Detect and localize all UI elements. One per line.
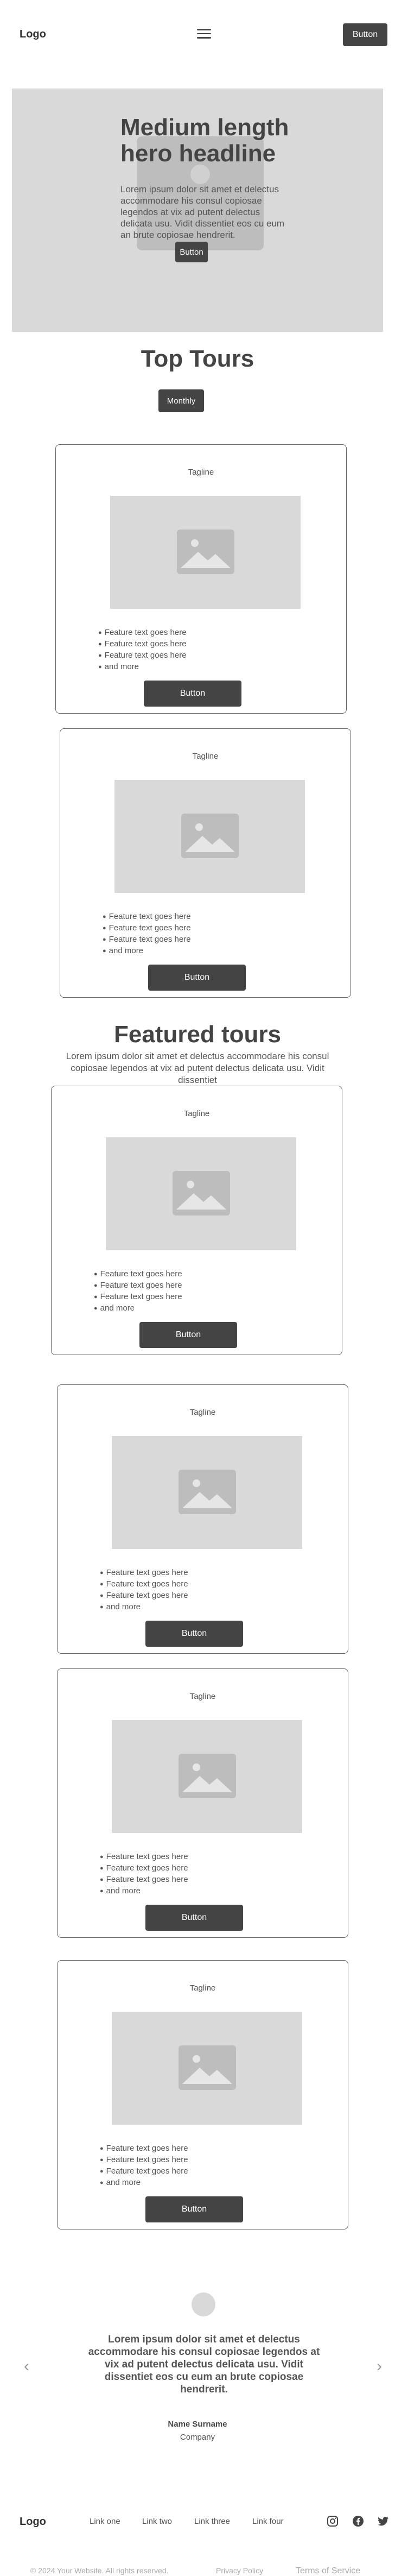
copyright-text: © 2024 Your Website. All rights reserved… [30,2566,169,2575]
card-button[interactable]: Button [145,1905,243,1931]
list-item: Feature text goes here [100,2155,188,2166]
facebook-icon[interactable] [352,2515,365,2528]
list-item: Feature text goes here [94,1292,182,1303]
card-button[interactable]: Button [148,965,246,991]
feature-list: Feature text goes hereFeature text goes … [103,911,191,957]
feature-list: Feature text goes hereFeature text goes … [100,1851,188,1897]
footer-link-three[interactable]: Link three [194,2517,230,2526]
card-image-placeholder [106,1137,296,1250]
testimonial-quote: Lorem ipsum dolor sit amet et delectus a… [88,2334,320,2395]
feature-list: Feature text goes hereFeature text goes … [100,1567,188,1613]
list-item: Feature text goes here [103,911,191,923]
list-item: Feature text goes here [94,1269,182,1280]
feature-list: Feature text goes hereFeature text goes … [100,2143,188,2189]
monthly-toggle-button[interactable]: Monthly [158,389,204,412]
twitter-icon[interactable] [377,2515,390,2528]
card-tagline: Tagline [188,468,214,477]
list-item: Feature text goes here [100,1590,188,1602]
tour-card: TaglineFeature text goes hereFeature tex… [60,728,351,998]
hero-button[interactable]: Button [175,242,208,262]
image-placeholder-icon [173,1171,230,1215]
card-image-placeholder [112,1436,302,1549]
hero-headline: Medium length hero headline [120,114,289,167]
list-item: Feature text goes here [100,2166,188,2177]
card-image-placeholder [112,1720,302,1833]
card-button[interactable]: Button [144,681,241,707]
tour-card: TaglineFeature text goes hereFeature tex… [57,1960,348,2229]
list-item: Feature text goes here [98,639,187,650]
list-item: Feature text goes here [98,650,187,662]
list-item: Feature text goes here [100,2143,188,2155]
list-item: and more [100,2177,188,2189]
card-image-placeholder [110,496,301,609]
card-image-placeholder [114,780,305,893]
list-item: Feature text goes here [94,1280,182,1292]
list-item: and more [103,946,191,957]
list-item: Feature text goes here [103,934,191,946]
list-item: and more [94,1303,182,1314]
list-item: Feature text goes here [100,1863,188,1874]
footer-logo[interactable]: Logo [20,2516,46,2528]
list-item: Feature text goes here [98,627,187,639]
list-item: and more [98,662,187,673]
card-button[interactable]: Button [145,1621,243,1647]
list-item: Feature text goes here [100,1851,188,1863]
image-placeholder-icon [177,530,234,574]
hero-text: Lorem ipsum dolor sit amet et delectus a… [120,184,285,240]
footer-link-two[interactable]: Link two [142,2517,172,2526]
feature-list: Feature text goes hereFeature text goes … [94,1269,182,1314]
testimonial-name: Name Surname [168,2420,227,2429]
card-tagline: Tagline [189,1692,216,1701]
hamburger-menu-icon[interactable] [197,29,211,40]
instagram-icon[interactable] [326,2515,339,2528]
list-item: Feature text goes here [100,1579,188,1590]
featured-tours-title: Featured tours [113,1021,282,1048]
image-placeholder-icon [179,1470,236,1514]
image-placeholder-icon [181,814,239,858]
logo[interactable]: Logo [20,28,46,41]
card-tagline: Tagline [189,1408,216,1417]
footer-link-four[interactable]: Link four [252,2517,284,2526]
image-placeholder-icon [179,2045,236,2090]
tour-card: TaglineFeature text goes hereFeature tex… [57,1668,348,1938]
list-item: and more [100,1602,188,1613]
nav-button[interactable]: Button [343,23,387,46]
card-tagline: Tagline [192,752,219,761]
top-tours-title: Top Tours [141,345,254,372]
tour-card: TaglineFeature text goes hereFeature tex… [51,1086,342,1355]
featured-tours-text: Lorem ipsum dolor sit amet et delectus a… [66,1051,329,1085]
privacy-policy-link[interactable]: Privacy Policy [216,2566,263,2575]
list-item: and more [100,1886,188,1897]
tour-card: TaglineFeature text goes hereFeature tex… [55,444,347,714]
card-button[interactable]: Button [145,2196,243,2222]
card-tagline: Tagline [189,1983,216,1993]
navbar: Logo Button [0,0,395,71]
tour-card: TaglineFeature text goes hereFeature tex… [57,1384,348,1654]
chevron-left-icon[interactable]: ‹ [24,2357,29,2376]
card-tagline: Tagline [183,1109,210,1118]
list-item: Feature text goes here [103,923,191,934]
chevron-right-icon[interactable]: › [377,2357,382,2376]
list-item: Feature text goes here [100,1874,188,1886]
testimonial-company: Company [180,2433,215,2442]
hero-section: Medium length hero headline Lorem ipsum … [12,89,383,332]
footer-link-one[interactable]: Link one [90,2517,120,2526]
feature-list: Feature text goes hereFeature text goes … [98,627,187,673]
avatar [192,2292,215,2316]
card-image-placeholder [112,2012,302,2125]
terms-of-service-link[interactable]: Terms of Service [296,2566,360,2576]
image-placeholder-icon [179,1754,236,1798]
list-item: Feature text goes here [100,1567,188,1579]
card-button[interactable]: Button [139,1322,237,1348]
